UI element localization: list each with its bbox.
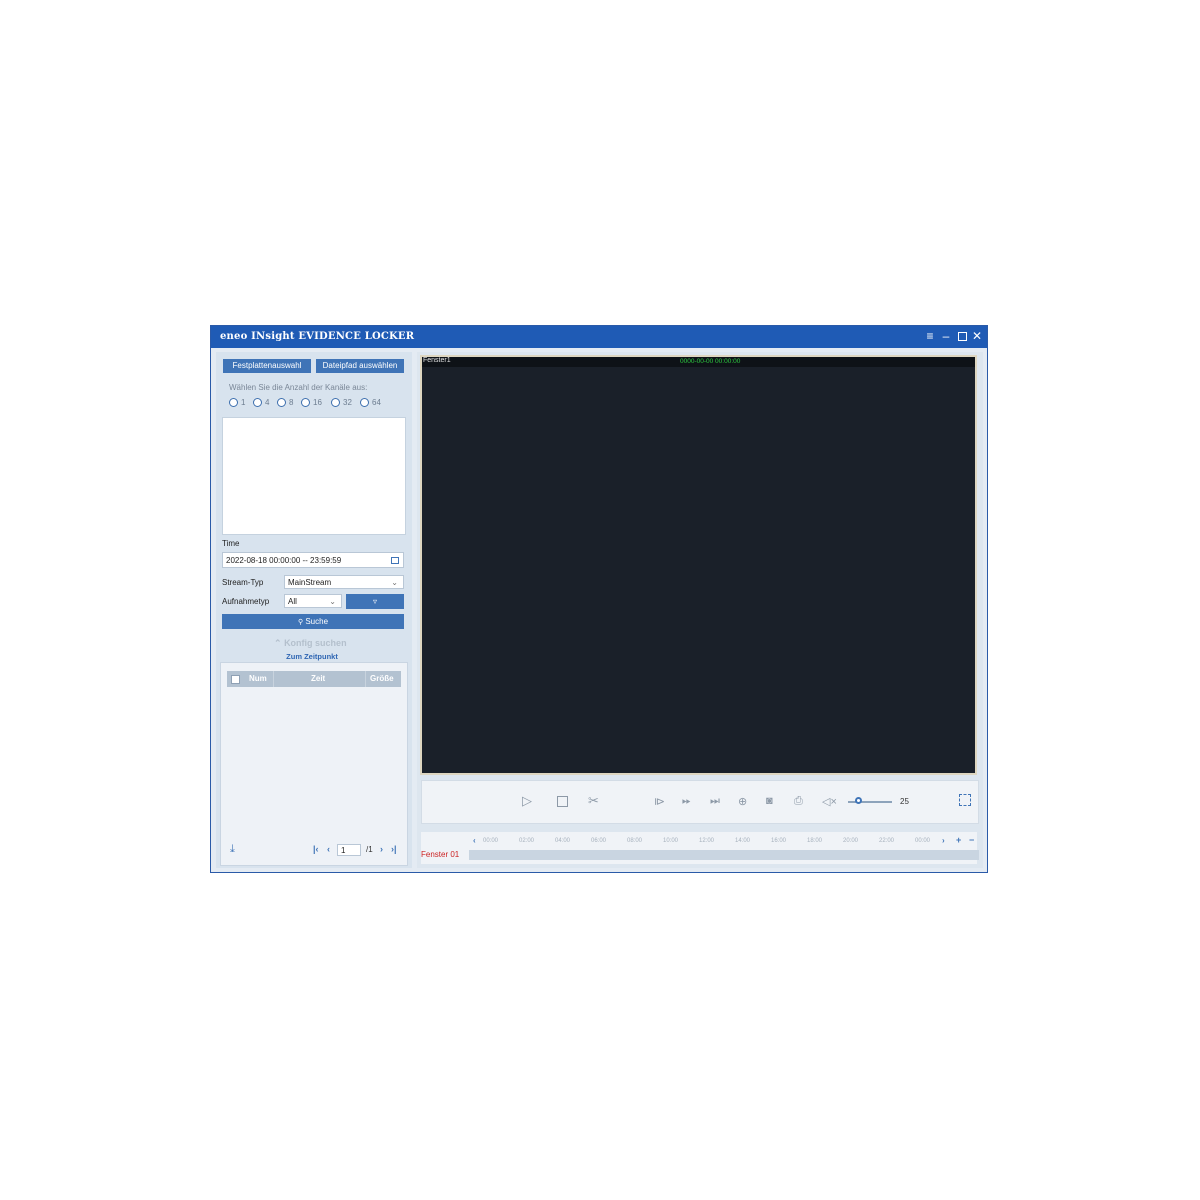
radio-circle-icon <box>229 398 238 407</box>
timeline-track[interactable] <box>469 850 979 860</box>
column-num[interactable]: Num <box>249 674 267 683</box>
chevron-down-icon: ⌄ <box>329 597 336 606</box>
column-size[interactable]: Größe <box>370 674 394 683</box>
clip-icon[interactable]: ✂ <box>588 793 599 809</box>
title-bar: eneo INsight EVIDENCE LOCKER ≡ – ✕ <box>211 326 987 348</box>
timeline-tick: 00:00 <box>915 838 931 844</box>
filter-button[interactable]: ▿ <box>346 594 404 609</box>
channel-prompt: Wählen Sie die Anzahl der Kanäle aus: <box>229 383 368 392</box>
timeline-window-label: Fenster 01 <box>421 850 460 859</box>
chevron-up-icon: ⌃ <box>274 638 282 648</box>
video-window[interactable]: Fenster1 0000-00-00 00:00:00 <box>420 355 977 775</box>
channel-list[interactable] <box>222 417 406 535</box>
next-frame-icon[interactable]: ⏭︎ <box>710 795 720 808</box>
slow-icon[interactable]: ⧐ <box>654 795 665 808</box>
zoom-out-icon[interactable]: − <box>969 835 974 845</box>
record-type-label: Aufnahmetyp <box>222 597 270 606</box>
result-table: Num Zeit Größe ⤓ |‹ ‹ 1 /1 › ›| <box>220 662 408 866</box>
timeline-tick: 14:00 <box>735 838 751 844</box>
config-search-toggle[interactable]: ⌃ Konfig suchen <box>274 638 347 649</box>
next-page-icon[interactable]: › <box>380 844 383 854</box>
playback-toolbar: ▷ ✂ ⧐ ⏩︎ ⏭︎ ⊕ ◙ ⎙ ◁× 25 <box>421 780 979 824</box>
stop-icon[interactable] <box>557 796 568 807</box>
page-total: /1 <box>366 845 373 854</box>
record-icon[interactable]: ⎙ <box>794 795 803 808</box>
channel-radio-32[interactable]: 32 <box>331 398 352 407</box>
video-timestamp: 0000-00-00 00:00:00 <box>680 358 741 365</box>
timeline-tick: 00:00 <box>483 838 499 844</box>
timeline-tick: 04:00 <box>555 838 571 844</box>
minimize-icon[interactable]: – <box>939 328 953 344</box>
timeline-tick: 16:00 <box>771 838 787 844</box>
radio-circle-icon <box>277 398 286 407</box>
record-type-select[interactable]: All ⌄ <box>284 594 342 608</box>
window-label: Fenster1 <box>423 357 451 364</box>
page-input[interactable]: 1 <box>337 844 361 856</box>
timeline-tick: 12:00 <box>699 838 715 844</box>
timeline-tick: 08:00 <box>627 838 643 844</box>
last-page-icon[interactable]: ›| <box>391 844 397 854</box>
search-panel: Festplattenauswahl Dateipfad auswählen W… <box>216 352 412 868</box>
timeline-tick: 06:00 <box>591 838 607 844</box>
snapshot-icon[interactable]: ◙ <box>766 795 773 807</box>
play-icon[interactable]: ▷ <box>522 793 532 809</box>
channel-radio-1[interactable]: 1 <box>229 398 245 407</box>
zoom-in-icon[interactable]: + <box>956 835 961 845</box>
timeline-tick: 20:00 <box>843 838 859 844</box>
time-label: Time <box>222 539 240 548</box>
volume-value: 25 <box>900 797 909 806</box>
maximize-icon[interactable] <box>955 328 969 344</box>
radio-circle-icon <box>360 398 369 407</box>
filter-icon: ▿ <box>372 597 377 606</box>
select-all-checkbox[interactable] <box>231 675 240 684</box>
fullscreen-icon[interactable] <box>959 794 971 806</box>
chevron-down-icon: ⌄ <box>391 578 398 587</box>
timeline-prev-icon[interactable]: ‹ <box>473 836 476 845</box>
first-page-icon[interactable]: |‹ <box>313 844 319 854</box>
close-icon[interactable]: ✕ <box>970 328 984 344</box>
column-divider <box>273 671 274 687</box>
calendar-icon[interactable] <box>391 557 399 564</box>
timeline-tick: 18:00 <box>807 838 823 844</box>
timeline-tick: 22:00 <box>879 838 895 844</box>
app-window: eneo INsight EVIDENCE LOCKER ≡ – ✕ Festp… <box>210 325 988 873</box>
time-range-input[interactable]: 2022-08-18 00:00:00 -- 23:59:59 <box>222 552 404 568</box>
radio-circle-icon <box>301 398 310 407</box>
radio-circle-icon <box>331 398 340 407</box>
channel-radio-16[interactable]: 16 <box>301 398 322 407</box>
path-select-button[interactable]: Dateipfad auswählen <box>316 359 404 373</box>
volume-slider-handle[interactable] <box>855 797 862 804</box>
timeline-tick: 02:00 <box>519 838 535 844</box>
radio-circle-icon <box>253 398 262 407</box>
column-divider <box>365 671 366 687</box>
column-time[interactable]: Zeit <box>311 674 325 683</box>
timeline-tick: 10:00 <box>663 838 679 844</box>
timeline-next-icon[interactable]: › <box>942 836 945 845</box>
channel-radio-8[interactable]: 8 <box>277 398 293 407</box>
mute-icon[interactable]: ◁× <box>822 795 837 808</box>
video-screen[interactable]: Fenster1 0000-00-00 00:00:00 <box>422 357 975 773</box>
stream-type-label: Stream-Typ <box>222 578 264 587</box>
download-icon[interactable]: ⤓ <box>230 843 235 856</box>
channel-radio-4[interactable]: 4 <box>253 398 269 407</box>
window-title: eneo INsight EVIDENCE LOCKER <box>220 331 415 342</box>
search-icon: ⚲ <box>297 619 304 626</box>
prev-page-icon[interactable]: ‹ <box>327 844 330 854</box>
timeline: ‹ 00:00 02:00 04:00 06:00 08:00 10:00 12… <box>421 832 979 864</box>
video-header: Fenster1 0000-00-00 00:00:00 <box>422 357 975 367</box>
table-header: Num Zeit Größe <box>227 671 401 687</box>
channel-radio-64[interactable]: 64 <box>360 398 381 407</box>
zoom-icon[interactable]: ⊕ <box>738 795 747 808</box>
search-button[interactable]: ⚲ Suche <box>222 614 404 629</box>
playback-panel: Fenster1 0000-00-00 00:00:00 ▷ ✂ ⧐ ⏩︎ ⏭︎… <box>417 352 983 868</box>
fast-forward-icon[interactable]: ⏩︎ <box>682 795 691 808</box>
disk-select-button[interactable]: Festplattenauswahl <box>223 359 311 373</box>
menu-icon[interactable]: ≡ <box>923 328 937 344</box>
stream-type-select[interactable]: MainStream ⌄ <box>284 575 404 589</box>
